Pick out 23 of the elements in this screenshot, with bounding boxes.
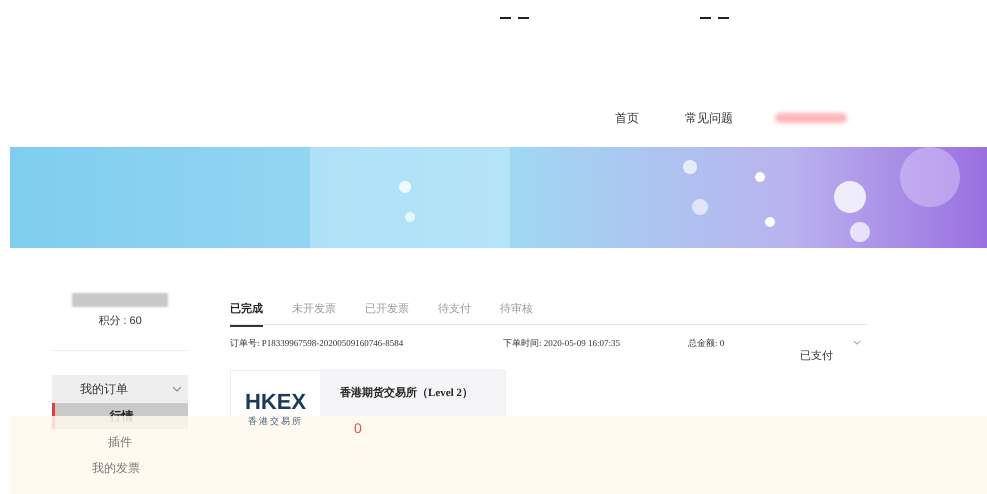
order-number: 订单号: P18339967598-20200509160746-8584: [230, 337, 404, 350]
menu-header[interactable]: 我的订单: [52, 374, 188, 402]
product-price: 0: [354, 418, 362, 438]
points-text: 积分 : 60: [98, 314, 142, 329]
menu-item[interactable]: 插件: [108, 428, 132, 454]
order-time: 下单时间: 2020-05-09 16:07:35: [503, 337, 620, 350]
user-name-blur: [775, 113, 847, 123]
order-total: 总金额: 0: [688, 337, 724, 350]
dash-mark: [718, 17, 729, 19]
nav-link[interactable]: 常见问题: [685, 109, 733, 127]
dash-mark: [700, 17, 711, 19]
nav-link[interactable]: 首页: [615, 109, 639, 127]
expand-icon[interactable]: [853, 340, 861, 345]
tab[interactable]: 待支付: [438, 301, 471, 324]
product-name: 香港期货交易所（Level 2）: [340, 386, 474, 401]
dash-mark: [518, 17, 529, 19]
tab[interactable]: 已开发票: [365, 301, 409, 324]
dash-mark: [500, 17, 511, 19]
menu-item[interactable]: 我的发票: [92, 454, 140, 480]
tab[interactable]: 待审核: [500, 301, 533, 324]
tab[interactable]: 已完成: [230, 301, 263, 326]
tab[interactable]: 未开发票: [292, 301, 336, 324]
status-text: 已支付: [800, 349, 833, 364]
